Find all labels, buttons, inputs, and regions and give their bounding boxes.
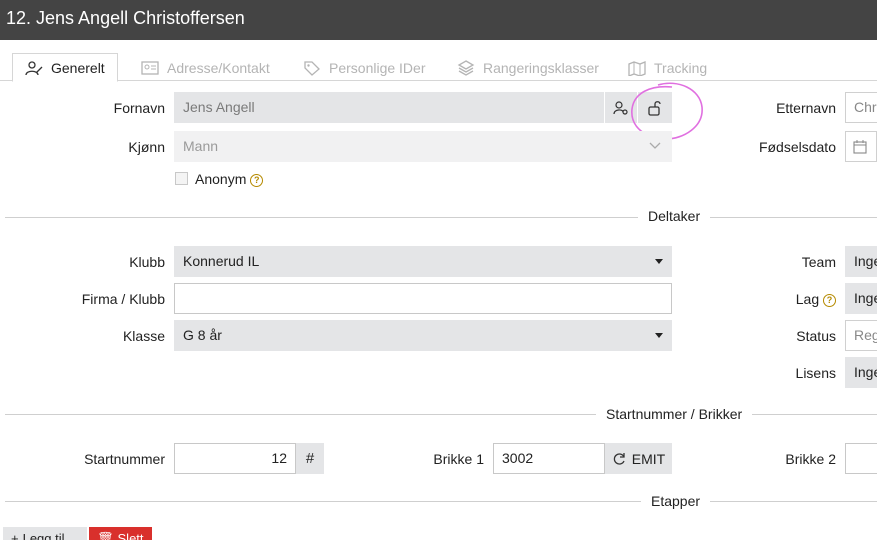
layers-icon [457, 59, 475, 76]
user-edit-icon [25, 60, 43, 75]
calendar-icon [853, 140, 867, 154]
fodselsdato-calendar-button[interactable] [845, 131, 877, 162]
hash-button[interactable]: # [296, 443, 324, 474]
window-title-bar: 12. Jens Angell Christoffersen [0, 0, 877, 40]
add-button[interactable]: + Legg til [3, 527, 87, 540]
klubb-value: Konnerud IL [183, 253, 260, 269]
brikke2-input[interactable] [845, 443, 877, 474]
firma-klubb-input[interactable] [174, 283, 672, 314]
team-label: Team [801, 254, 836, 270]
status-label: Status [796, 328, 836, 344]
fodselsdato-label: Fødselsdato [758, 139, 836, 155]
kjonn-select[interactable]: Mann [174, 131, 672, 162]
startnummer-label: Startnummer [84, 451, 165, 467]
emit-button[interactable]: EMIT [605, 443, 672, 474]
tab-bar: Generelt Adresse/Kontakt Personlige IDer… [0, 53, 877, 82]
lisens-select[interactable]: Inge [845, 357, 877, 388]
etternavn-label: Etternavn [776, 100, 836, 116]
startnummer-section-title: Startnummer / Brikker [596, 406, 753, 422]
klasse-select[interactable]: G 8 år [174, 320, 672, 351]
etapper-section-title: Etapper [641, 493, 711, 509]
klasse-label: Klasse [122, 328, 165, 344]
map-icon [628, 60, 646, 76]
lag-label: Lag ? [740, 291, 836, 307]
tab-rangeringsklasser[interactable]: Rangeringsklasser [457, 53, 599, 82]
delete-button[interactable]: 🗑 Slett [89, 527, 152, 540]
plus-icon: + [11, 531, 19, 540]
klubb-label: Klubb [129, 254, 165, 270]
fornavn-field[interactable]: Jens Angell [174, 92, 604, 123]
fornavn-label: Fornavn [113, 100, 165, 116]
klubb-select[interactable]: Konnerud IL [174, 246, 672, 277]
tag-icon [304, 60, 320, 76]
etternavn-field[interactable]: Chri [845, 92, 877, 123]
user-search-icon [613, 100, 628, 115]
caret-down-icon [655, 333, 663, 338]
anonym-checkbox[interactable] [175, 172, 188, 185]
kjonn-value: Mann [183, 138, 219, 154]
deltaker-divider [5, 217, 877, 218]
refresh-icon [613, 452, 625, 465]
klasse-value: G 8 år [183, 327, 222, 343]
anonym-label: Anonym ? [195, 171, 264, 187]
tab-personlige-ider[interactable]: Personlige IDer [303, 53, 426, 82]
trash-icon: 🗑 [97, 531, 114, 540]
kjonn-label: Kjønn [128, 139, 165, 155]
deltaker-section-title: Deltaker [638, 208, 711, 224]
brikke1-label: Brikke 1 [433, 451, 484, 467]
help-icon[interactable]: ? [250, 173, 264, 187]
id-card-icon [141, 60, 159, 75]
tab-adresse-kontakt[interactable]: Adresse/Kontakt [141, 53, 270, 82]
lisens-label: Lisens [795, 365, 836, 381]
chevron-down-icon [649, 142, 661, 149]
firma-klubb-label: Firma / Klubb [81, 291, 165, 307]
caret-down-icon [655, 259, 663, 264]
brikke1-input[interactable]: 3002 [493, 443, 605, 474]
lag-select[interactable]: Inge [845, 283, 877, 314]
status-field[interactable]: Reg [845, 320, 877, 351]
etapper-divider [5, 501, 877, 502]
brikke2-label: Brikke 2 [785, 451, 836, 467]
help-icon[interactable]: ? [823, 293, 836, 307]
tab-tracking[interactable]: Tracking [628, 53, 707, 82]
team-select[interactable]: Inge [845, 246, 877, 277]
startnummer-input[interactable]: 12 [174, 443, 296, 474]
page-title: 12. Jens Angell Christoffersen [6, 8, 245, 28]
tab-generelt[interactable]: Generelt [12, 53, 118, 82]
